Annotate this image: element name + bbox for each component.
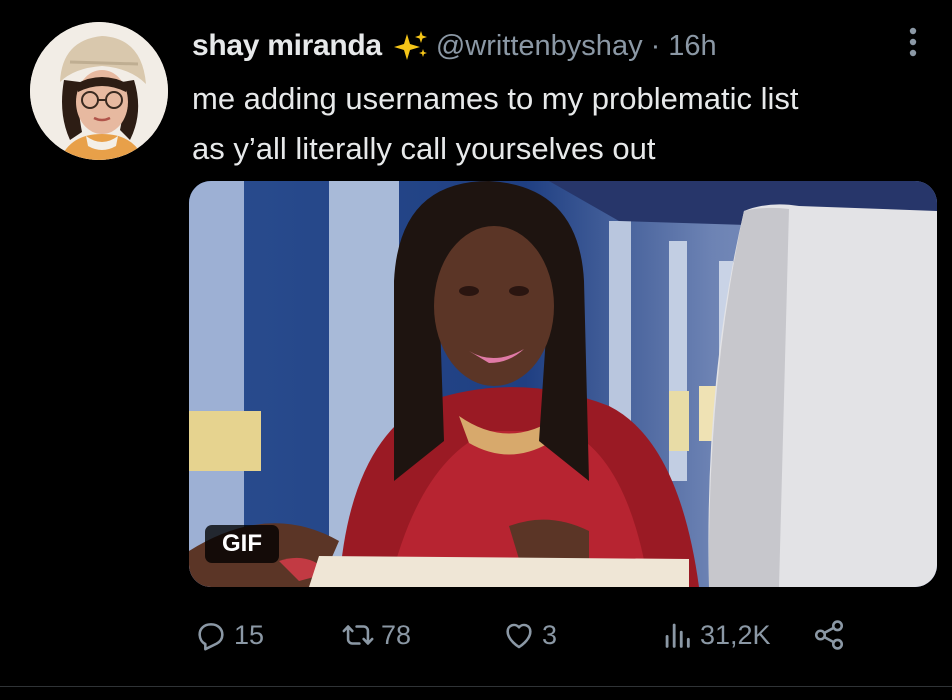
- share-button[interactable]: [812, 610, 852, 660]
- view-count: 31,2K: [700, 619, 771, 650]
- reply-button[interactable]: 15: [194, 610, 264, 660]
- action-bar: 15 78 3 31,2K: [0, 610, 952, 660]
- analytics-icon: [665, 623, 690, 648]
- more-options-icon[interactable]: [898, 22, 928, 62]
- avatar-image: [30, 22, 168, 160]
- retweet-icon: [342, 625, 374, 645]
- like-count: 3: [542, 619, 558, 650]
- display-name[interactable]: shay miranda: [192, 29, 382, 63]
- gif-badge: GIF: [205, 525, 279, 563]
- tweet-text: me adding usernames to my problematic li…: [192, 74, 932, 174]
- tweet[interactable]: shay miranda @writtenbyshay · 16h me add…: [0, 0, 952, 700]
- reply-icon: [198, 623, 224, 651]
- handle[interactable]: @writtenbyshay: [436, 30, 643, 63]
- retweet-button[interactable]: 78: [341, 610, 411, 660]
- tweet-header: shay miranda @writtenbyshay · 16h: [192, 24, 717, 68]
- gif-media[interactable]: GIF: [189, 181, 937, 587]
- timestamp[interactable]: 16h: [668, 30, 716, 63]
- like-button[interactable]: 3: [502, 610, 557, 660]
- sparkles-icon: [393, 31, 427, 60]
- tweet-text-line: me adding usernames to my problematic li…: [192, 81, 799, 116]
- reply-count: 15: [234, 619, 265, 650]
- tweet-text-line: as y’all literally call yourselves out: [192, 131, 656, 166]
- gif-image: [189, 181, 937, 587]
- divider: [0, 686, 952, 687]
- separator-dot: ·: [650, 29, 661, 62]
- heart-icon: [506, 623, 532, 649]
- views-button[interactable]: 31,2K: [660, 610, 771, 660]
- avatar[interactable]: [30, 22, 168, 160]
- retweet-count: 78: [381, 619, 412, 650]
- share-icon: [814, 620, 844, 650]
